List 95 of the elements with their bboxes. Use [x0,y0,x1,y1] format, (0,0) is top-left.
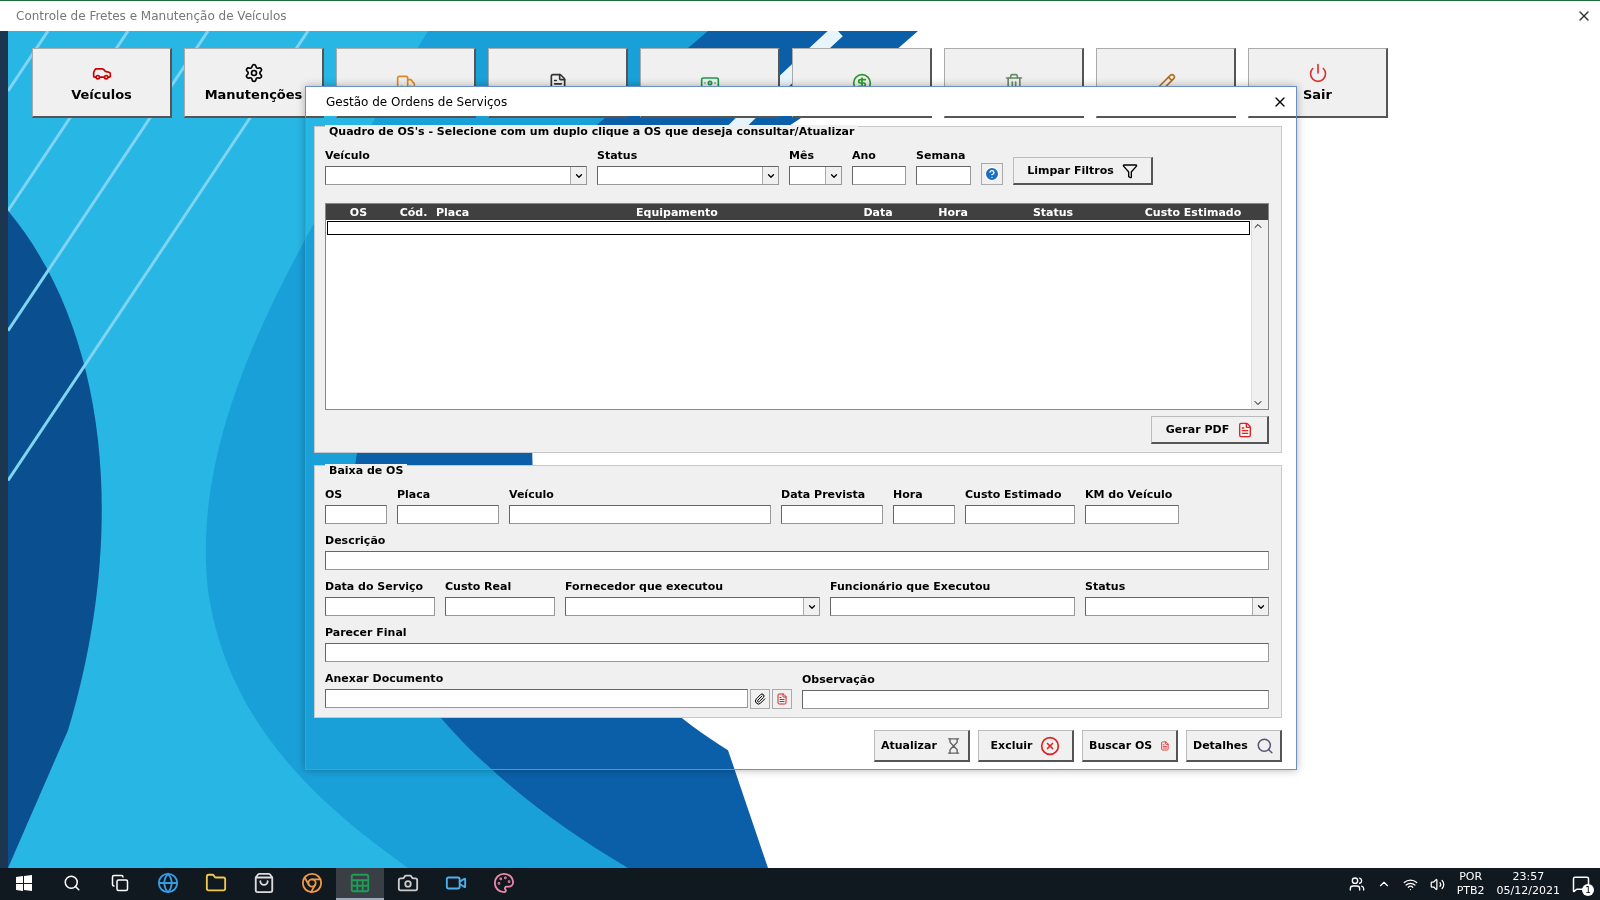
field-label: Semana [916,149,967,162]
field-label: Status [1085,580,1127,593]
dropdown-field[interactable] [565,597,820,616]
window-title: Controle de Fretes e Manutenção de Veículos [16,9,287,23]
input-field[interactable] [445,597,555,616]
column-header: Custo Estimado [1143,205,1243,219]
palette-icon [493,872,515,894]
action-button[interactable]: Buscar OS [1082,730,1178,762]
power-icon [1307,63,1328,83]
generate-pdf-button[interactable]: Gerar PDF [1151,416,1269,444]
spreadsheet-icon [349,872,371,894]
field-label: Veículo [509,488,555,501]
field-label: Observação [802,673,876,686]
windows-logo-icon[interactable] [16,875,32,891]
input-field[interactable] [325,505,387,524]
browse-button[interactable] [750,689,770,709]
dialog-title: Gestão de Ordens de Serviços [326,94,508,109]
input-field[interactable] [325,551,1269,570]
input-field[interactable] [893,505,955,524]
keyboard-layout[interactable]: PTB2 [1456,884,1485,898]
input-field[interactable] [781,505,883,524]
table-row[interactable] [327,221,1250,235]
field-label: Anexar Documento [325,672,445,685]
task-view-icon[interactable] [111,874,129,892]
field-label: Hora [893,488,924,501]
notifications-icon[interactable] [1572,875,1590,893]
gears-icon [243,63,264,83]
action-button[interactable]: Detalhes [1186,730,1282,762]
browser-icon [157,872,179,894]
field-label: Parecer Final [325,626,408,639]
column-header: Status [1031,205,1075,219]
field-label: Mês [789,149,815,162]
camera-icon [397,872,419,894]
input-field[interactable] [325,643,1269,662]
field-label: Custo Estimado [965,488,1063,501]
pdf-button[interactable] [772,689,792,709]
input-field[interactable] [916,166,971,185]
field-label: KM do Veículo [1085,488,1174,501]
dropdown-field[interactable] [325,166,587,185]
field-label: Custo Real [445,580,513,593]
input-field[interactable] [802,690,1269,709]
clock-time[interactable]: 23:57 [1512,870,1545,884]
dropdown-field[interactable] [789,166,842,185]
field-label: Status [597,149,639,162]
input-field[interactable] [830,597,1075,616]
field-label: Placa [397,488,432,501]
search-icon[interactable] [63,874,81,892]
help-button[interactable] [981,163,1003,185]
help-icon [984,166,1000,182]
pdf-icon [776,693,788,705]
panel-title: Quadro de OS's - Selecione com um duplo clique a OS que deseja consultar/Atualizar [325,125,859,138]
panel-title: Baixa de OS [325,464,408,477]
language-indicator[interactable]: POR [1459,870,1483,884]
input-field[interactable] [509,505,771,524]
people-icon[interactable] [1348,876,1365,892]
input-field[interactable] [1085,505,1179,524]
column-header: Cód. [398,205,429,219]
pdf-icon [1237,421,1254,438]
magnifier-icon [1255,735,1274,756]
delete-icon [1040,735,1061,756]
action-button[interactable]: Excluir [978,730,1074,762]
chrome-icon [301,872,323,894]
toolbar-button[interactable]: Veículos [32,48,172,118]
filter-icon [1121,162,1138,179]
folder-icon [205,872,227,894]
input-field[interactable] [325,689,748,708]
clock-date[interactable]: 05/12/2021 [1496,884,1560,898]
field-label: Descrição [325,534,387,547]
dropdown-field[interactable] [1085,597,1269,616]
action-button[interactable]: Atualizar [874,730,970,762]
field-label: Veículo [325,149,371,162]
field-label: Data do Serviço [325,580,425,593]
column-header: OS [348,205,369,219]
input-field[interactable] [965,505,1075,524]
field-label: Ano [852,149,877,162]
field-label: Funcionário que Executou [830,580,992,593]
field-label: Data Prevista [781,488,867,501]
column-header: Hora [937,205,969,219]
notification-count: 1 [1582,884,1594,896]
field-label: Fornecedor que executou [565,580,725,593]
volume-icon[interactable] [1429,876,1445,892]
clear-filters-button[interactable]: Limpar Filtros [1013,157,1153,185]
input-field[interactable] [325,597,435,616]
input-field[interactable] [852,166,906,185]
column-header: Equipamento [635,205,719,219]
field-label: OS [325,488,344,501]
store-icon [253,872,275,894]
network-icon[interactable] [1402,876,1418,892]
toolbar-button[interactable]: Manutenções [184,48,324,118]
input-field[interactable] [397,505,499,524]
paperclip-icon [754,693,766,705]
dropdown-field[interactable] [597,166,779,185]
column-header: Placa [436,205,471,219]
column-header: Data [862,205,894,219]
scrollbar[interactable] [1251,220,1268,409]
